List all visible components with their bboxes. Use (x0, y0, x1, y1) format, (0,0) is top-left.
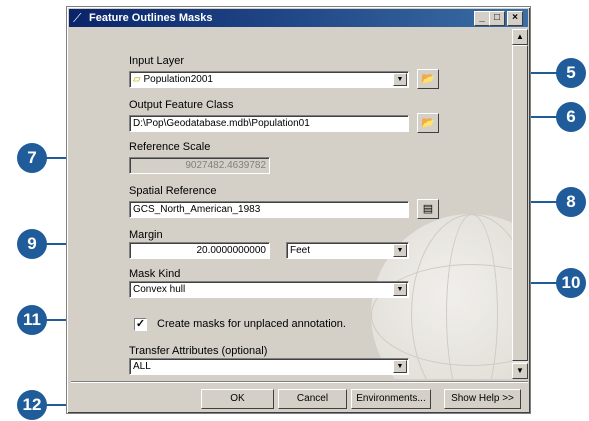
chevron-down-icon[interactable]: ▼ (393, 73, 407, 86)
checkmark-icon: ✓ (135, 318, 146, 330)
margin-unit-dropdown[interactable]: Feet ▼ (286, 242, 409, 259)
ok-button[interactable]: OK (201, 389, 274, 409)
tool-icon: ⟋ (73, 11, 82, 25)
margin-label: Margin (129, 229, 163, 241)
transfer-attributes-value: ALL (133, 361, 151, 372)
spatial-reference-value: GCS_North_American_1983 (133, 204, 261, 215)
callout-5: 5 (556, 58, 586, 88)
open-folder-icon: 📂 (421, 73, 435, 85)
callout-9: 9 (17, 229, 47, 259)
window-title: Feature Outlines Masks (89, 12, 213, 24)
chevron-down-icon[interactable]: ▼ (393, 244, 407, 257)
output-feature-class-value: D:\Pop\Geodatabase.mdb\Population01 (133, 118, 310, 129)
mask-kind-label: Mask Kind (129, 268, 181, 280)
margin-field[interactable]: 20.0000000000 (129, 242, 270, 259)
feature-outlines-masks-dialog: ⟋ Feature Outlines Masks _ □ × Input Lay… (66, 6, 531, 414)
callout-12: 12 (17, 390, 47, 420)
vertical-scrollbar[interactable]: ▲ ▼ (512, 29, 528, 379)
button-separator (71, 381, 528, 383)
environments-button[interactable]: Environments... (351, 389, 431, 409)
spatial-reference-properties-button[interactable]: ▤ (417, 199, 439, 219)
output-feature-class-field[interactable]: D:\Pop\Geodatabase.mdb\Population01 (129, 115, 409, 132)
mask-kind-value: Convex hull (133, 284, 186, 295)
input-layer-label: Input Layer (129, 55, 185, 67)
reference-scale-label: Reference Scale (129, 141, 211, 153)
title-bar[interactable]: ⟋ Feature Outlines Masks _ □ × (69, 9, 528, 27)
maximize-button[interactable]: □ (489, 11, 505, 26)
callout-6: 6 (556, 102, 586, 132)
mask-kind-dropdown[interactable]: Convex hull ▼ (129, 281, 409, 298)
input-layer-dropdown[interactable]: ▱ Population2001 ▼ (129, 71, 409, 88)
reference-scale-value: 9027482.4639782 (185, 160, 266, 171)
transfer-attributes-label: Transfer Attributes (optional) (129, 345, 268, 357)
chevron-down-icon[interactable]: ▼ (393, 360, 407, 373)
reference-scale-field: 9027482.4639782 (129, 157, 270, 174)
scroll-up-button[interactable]: ▲ (512, 29, 528, 45)
close-button[interactable]: × (507, 11, 523, 26)
arrow-down-icon: ▼ (516, 366, 524, 375)
show-help-button[interactable]: Show Help >> (444, 389, 521, 409)
transfer-attributes-dropdown[interactable]: ALL ▼ (129, 358, 409, 375)
polygon-layer-icon: ▱ (133, 74, 141, 85)
arrow-up-icon: ▲ (516, 32, 524, 41)
browse-output-button[interactable]: 📂 (417, 113, 439, 133)
minimize-button[interactable]: _ (474, 11, 490, 26)
spatial-reference-field[interactable]: GCS_North_American_1983 (129, 201, 409, 218)
output-feature-class-label: Output Feature Class (129, 99, 234, 111)
open-folder-icon: 📂 (421, 117, 435, 129)
unplaced-annotation-checkbox[interactable]: ✓ (134, 318, 147, 331)
margin-unit-value: Feet (290, 245, 311, 256)
callout-7: 7 (17, 143, 47, 173)
callout-11: 11 (17, 305, 47, 335)
unplaced-annotation-label: Create masks for unplaced annotation. (157, 318, 346, 330)
callout-8: 8 (556, 187, 586, 217)
chevron-down-icon[interactable]: ▼ (393, 283, 407, 296)
spatial-reference-label: Spatial Reference (129, 185, 217, 197)
margin-value: 20.0000000000 (196, 245, 266, 256)
form-panel: Input Layer ▱ Population2001 ▼ 📂 Output … (71, 29, 512, 379)
callout-10: 10 (556, 268, 586, 298)
browse-input-layer-button[interactable]: 📂 (417, 69, 439, 89)
cancel-button[interactable]: Cancel (278, 389, 347, 409)
scroll-thumb[interactable] (512, 45, 528, 361)
input-layer-value: Population2001 (143, 74, 213, 85)
scroll-down-button[interactable]: ▼ (512, 363, 528, 379)
properties-icon: ▤ (422, 203, 434, 215)
